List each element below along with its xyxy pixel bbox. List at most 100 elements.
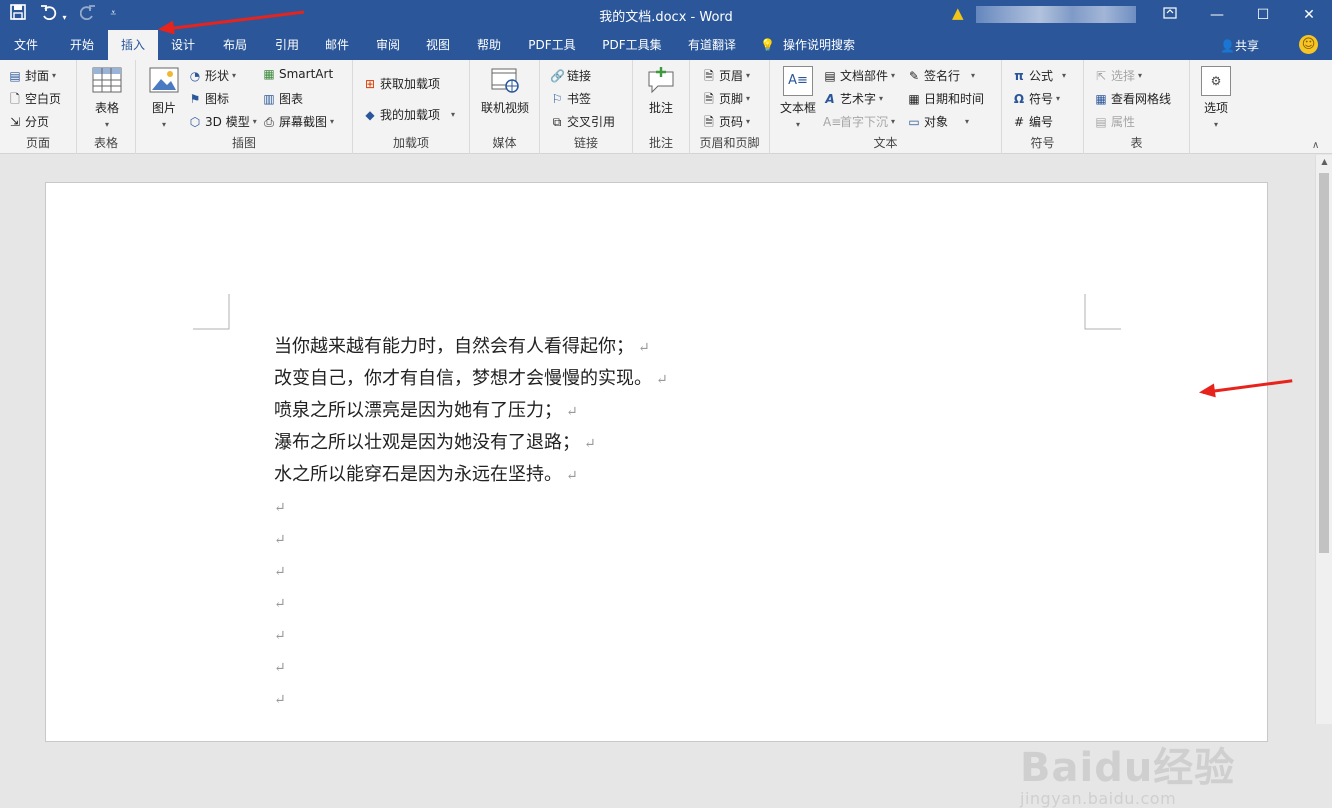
icons-button[interactable]: ⚑ 图标 — [188, 90, 229, 107]
view-gridlines-button[interactable]: ▦ 查看网格线 — [1094, 90, 1171, 107]
wordart-button[interactable]: A 艺术字 ▾ — [823, 90, 883, 107]
bookmark-button[interactable]: ⚐ 书签 — [550, 90, 591, 107]
tab-home[interactable]: 开始 — [58, 30, 106, 60]
cover-page-button[interactable]: ▤ 封面 ▾ — [8, 67, 56, 84]
tab-youdao[interactable]: 有道翻译 — [680, 30, 744, 60]
customize-qat-icon[interactable]: ⩡ — [110, 4, 116, 24]
screenshot-button[interactable]: ⎙ 屏幕截图 ▾ — [262, 113, 334, 130]
feedback-smiley-icon[interactable]: ☺ — [1299, 35, 1318, 54]
shapes-button[interactable]: ◔ 形状 ▾ — [188, 67, 236, 84]
picture-button[interactable]: 图片 ▾ — [148, 66, 180, 130]
link-button[interactable]: 🔗 链接 — [550, 67, 591, 84]
minimize-icon[interactable]: — — [1194, 0, 1240, 30]
footer-button[interactable]: 🗎 页脚 ▾ — [702, 90, 750, 107]
tab-file[interactable]: 文件 — [6, 30, 46, 60]
3d-models-button[interactable]: ⬡ 3D 模型 ▾ — [188, 113, 257, 130]
cursor-icon: ⇱ — [1095, 68, 1107, 83]
table-icon — [92, 66, 122, 96]
group-table-tools: ⇱ 选择 ▾ ▦ 查看网格线 ▤ 属性 表 — [1084, 60, 1190, 154]
share-button[interactable]: 👤共享 — [1220, 37, 1259, 54]
empty-paragraph[interactable]: ↵ — [274, 555, 668, 587]
document-body[interactable]: 当你越来越有能力时，自然会有人看得起你； ↵ 改变自己，你才有自信，梦想才会慢慢的… — [274, 331, 668, 715]
quick-parts-button[interactable]: ▤ 文档部件 ▾ — [823, 67, 895, 84]
vertical-scrollbar[interactable]: ▲ — [1315, 155, 1332, 724]
tab-pdf-tools[interactable]: PDF工具 — [520, 30, 584, 60]
header-button[interactable]: 🗎 页眉 ▾ — [702, 67, 750, 84]
symbol-button[interactable]: Ω 符号 ▾ — [1012, 90, 1060, 107]
store-icon: ⊞ — [364, 76, 376, 91]
paragraph-mark-icon: ↵ — [274, 596, 286, 612]
margin-corner-top-left — [193, 294, 230, 330]
close-icon[interactable]: ✕ — [1286, 0, 1332, 30]
empty-paragraph[interactable]: ↵ — [274, 683, 668, 715]
empty-paragraph[interactable]: ↵ — [274, 523, 668, 555]
cross-reference-button[interactable]: ⧉ 交叉引用 — [550, 113, 615, 130]
tab-review[interactable]: 审阅 — [367, 30, 409, 60]
blank-page-button[interactable]: 🗋 空白页 — [8, 90, 61, 107]
paragraph-mark-icon: ↵ — [274, 532, 286, 548]
tab-mailings[interactable]: 邮件 — [316, 30, 358, 60]
page-break-icon: ⇲ — [9, 114, 21, 129]
my-addins-button[interactable]: ◆ 我的加载项 ▾ — [363, 106, 455, 123]
options-button[interactable]: ⚙ 选项 ▾ — [1198, 66, 1234, 130]
tab-layout[interactable]: 布局 — [214, 30, 256, 60]
paragraph-mark-icon: ↵ — [566, 468, 578, 484]
object-button[interactable]: ▭ 对象 ▾ — [907, 113, 969, 130]
collapse-ribbon-icon[interactable]: ∧ — [1312, 140, 1319, 151]
ribbon-display-options-icon[interactable] — [1147, 0, 1193, 30]
tell-me-search[interactable]: 💡 操作说明搜索 — [760, 30, 870, 60]
tab-help[interactable]: 帮助 — [468, 30, 510, 60]
get-addins-button[interactable]: ⊞ 获取加载项 — [363, 75, 440, 92]
document-canvas[interactable]: 当你越来越有能力时，自然会有人看得起你； ↵ 改变自己，你才有自信，梦想才会慢慢的… — [0, 155, 1332, 808]
chart-button[interactable]: ▥ 图表 — [262, 90, 303, 107]
empty-paragraph[interactable]: ↵ — [274, 587, 668, 619]
number-icon: # — [1013, 114, 1025, 129]
empty-paragraph[interactable]: ↵ — [274, 491, 668, 523]
paragraph[interactable]: 水之所以能穿石是因为永远在坚持。 ↵ — [274, 459, 668, 491]
paragraph[interactable]: 瀑布之所以壮观是因为她没有了退路； ↵ — [274, 427, 668, 459]
table-button[interactable]: 表格 ▾ — [89, 66, 125, 130]
undo-icon[interactable]: ▾ — [40, 4, 66, 24]
tab-pdf-toolset[interactable]: PDF工具集 — [594, 30, 670, 60]
group-addins: ⊞ 获取加载项 ◆ 我的加载项 ▾ 加载项 — [353, 60, 470, 154]
paragraph[interactable]: 改变自己，你才有自信，梦想才会慢慢的实现。 ↵ — [274, 363, 668, 395]
number-button[interactable]: # 编号 — [1012, 113, 1053, 130]
warning-icon[interactable]: ▲ — [952, 4, 964, 22]
page-number-button[interactable]: 🗎 页码 ▾ — [702, 113, 750, 130]
select-button[interactable]: ⇱ 选择 ▾ — [1094, 67, 1142, 84]
wordart-icon: A — [825, 91, 835, 106]
empty-paragraph[interactable]: ↵ — [274, 619, 668, 651]
tab-view[interactable]: 视图 — [417, 30, 459, 60]
calendar-icon: ▦ — [908, 91, 920, 106]
new-comment-button[interactable]: 批注 — [643, 66, 679, 116]
scroll-up-icon[interactable]: ▲ — [1316, 157, 1332, 171]
empty-paragraph[interactable]: ↵ — [274, 651, 668, 683]
online-video-button[interactable]: 联机视频 — [478, 66, 532, 116]
paragraph[interactable]: 喷泉之所以漂亮是因为她有了压力； ↵ — [274, 395, 668, 427]
maximize-icon[interactable]: ☐ — [1240, 0, 1286, 30]
header-icon: 🗎 — [704, 68, 714, 83]
page-number-icon: 🗎 — [704, 114, 714, 129]
paragraph[interactable]: 当你越来越有能力时，自然会有人看得起你； ↵ — [274, 331, 668, 363]
account-name-blurred — [976, 6, 1136, 23]
scrollbar-thumb[interactable] — [1319, 173, 1329, 553]
properties-button[interactable]: ▤ 属性 — [1094, 113, 1135, 130]
tab-references[interactable]: 引用 — [266, 30, 308, 60]
icons-icon: ⚑ — [189, 91, 201, 106]
redo-icon[interactable] — [80, 4, 96, 24]
equation-button[interactable]: π 公式 ▾ — [1012, 67, 1066, 84]
text-box-button[interactable]: A≡ 文本框 ▾ — [778, 66, 818, 130]
date-time-button[interactable]: ▦ 日期和时间 — [907, 90, 984, 107]
save-icon[interactable] — [10, 4, 26, 24]
page-break-button[interactable]: ⇲ 分页 — [8, 113, 49, 130]
group-label-tables: 表格 — [93, 136, 118, 150]
signature-line-button[interactable]: ✎ 签名行 ▾ — [907, 67, 975, 84]
document-page[interactable]: 当你越来越有能力时，自然会有人看得起你； ↵ 改变自己，你才有自信，梦想才会慢慢的… — [45, 182, 1268, 742]
drop-cap-button[interactable]: A≡ 首字下沉 ▾ — [823, 113, 895, 130]
tab-insert[interactable]: 插入 — [108, 30, 158, 60]
drop-cap-icon: A≡ — [823, 114, 842, 129]
smartart-button[interactable]: ▦ SmartArt — [262, 67, 333, 81]
group-label-media: 媒体 — [492, 136, 517, 150]
group-illustrations: 图片 ▾ ◔ 形状 ▾ ⚑ 图标 ⬡ 3D 模型 ▾ ▦ SmartArt ▥ 图表 ⎙ 屏幕截图… — [136, 60, 353, 154]
group-label-text: 文本 — [873, 136, 898, 150]
